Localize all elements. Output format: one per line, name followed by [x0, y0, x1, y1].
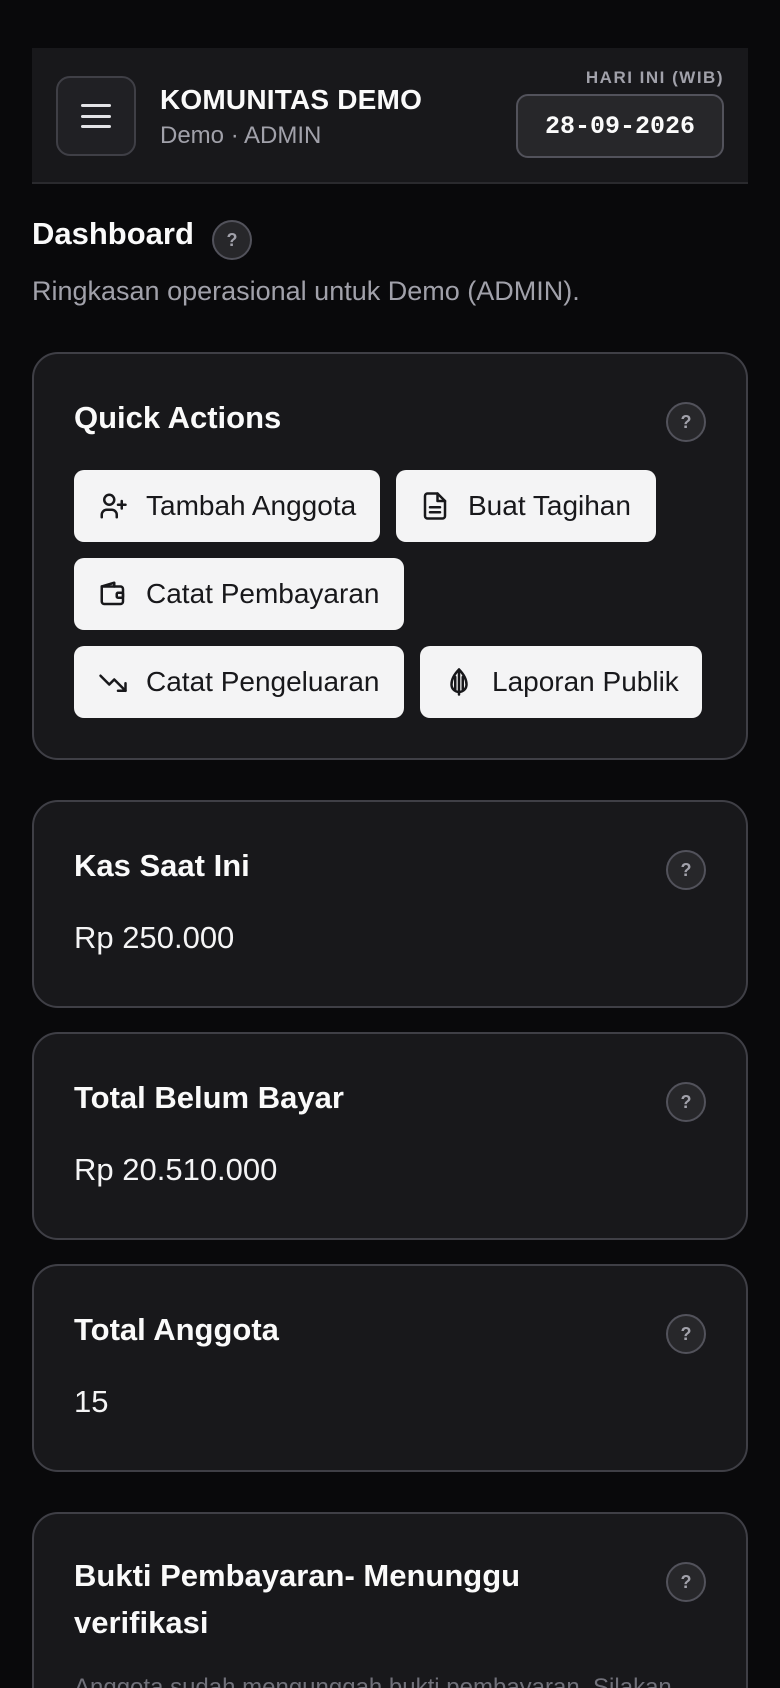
- stat-help-icon-members[interactable]: ?: [666, 1314, 706, 1354]
- menu-button[interactable]: [56, 76, 136, 156]
- pending-proofs-title: Bukti Pembayaran- Menunggu verifikasi: [74, 1558, 521, 1640]
- stat-help-icon-unpaid[interactable]: ?: [666, 1082, 706, 1122]
- add-member-button[interactable]: Tambah Anggota: [74, 470, 380, 542]
- record-expense-button[interactable]: Catat Pengeluaran: [74, 646, 404, 718]
- public-report-icon: [450, 668, 468, 696]
- public-report-label: Laporan Publik: [492, 666, 679, 697]
- today-date[interactable]: 28-09-2026: [516, 94, 724, 158]
- trending-down-icon: [99, 674, 127, 692]
- quick-actions-title: Quick Actions: [74, 400, 282, 435]
- pending-proofs-description: Anggota sudah mengunggah bukti pembayara…: [74, 1674, 672, 1688]
- wallet-icon: [100, 581, 125, 606]
- pending-proofs-card: Bukti Pembayaran- Menunggu verifikasi ? …: [32, 1512, 748, 1688]
- stat-value-cash: Rp 250.000: [74, 920, 235, 955]
- app-root: KOMUNITAS DEMO Demo · ADMIN HARI INI (WI…: [0, 0, 780, 1688]
- page-description: Ringkasan operasional untuk Demo (ADMIN)…: [32, 276, 580, 306]
- page-title: Dashboard: [32, 216, 194, 251]
- org-subtitle: Demo · ADMIN: [160, 122, 322, 149]
- stat-title-members: Total Anggota: [74, 1312, 279, 1347]
- stat-card-members: Total Anggota ? 15: [32, 1264, 748, 1472]
- record-payment-button[interactable]: Catat Pembayaran: [74, 558, 404, 630]
- stat-title-unpaid: Total Belum Bayar: [74, 1080, 344, 1115]
- today-label: HARI INI (WIB): [585, 68, 724, 87]
- file-text-icon: [423, 492, 447, 520]
- pending-proofs-help-icon[interactable]: ?: [666, 1562, 706, 1602]
- quick-actions-help-icon[interactable]: ?: [666, 402, 706, 442]
- stat-value-unpaid: Rp 20.510.000: [74, 1152, 278, 1187]
- record-payment-label: Catat Pembayaran: [146, 578, 380, 609]
- stat-value-members: 15: [74, 1384, 109, 1419]
- stat-card-cash: Kas Saat Ini ? Rp 250.000: [32, 800, 748, 1008]
- hamburger-menu-icon: [81, 104, 111, 128]
- org-name: KOMUNITAS DEMO: [160, 84, 423, 115]
- stat-title-cash: Kas Saat Ini: [74, 848, 250, 883]
- stat-help-icon-cash[interactable]: ?: [666, 850, 706, 890]
- add-member-label: Tambah Anggota: [146, 490, 357, 521]
- create-invoice-button[interactable]: Buat Tagihan: [396, 470, 656, 542]
- stat-card-unpaid: Total Belum Bayar ? Rp 20.510.000: [32, 1032, 748, 1240]
- top-header: KOMUNITAS DEMO Demo · ADMIN HARI INI (WI…: [32, 48, 748, 184]
- quick-actions-card: Quick Actions ? Tambah Anggota Buat Tagi…: [32, 352, 748, 760]
- create-invoice-label: Buat Tagihan: [468, 490, 631, 521]
- public-report-button[interactable]: Laporan Publik: [420, 646, 702, 718]
- user-plus-icon: [100, 493, 127, 519]
- record-expense-label: Catat Pengeluaran: [146, 666, 380, 697]
- page-help-icon[interactable]: ?: [212, 220, 252, 260]
